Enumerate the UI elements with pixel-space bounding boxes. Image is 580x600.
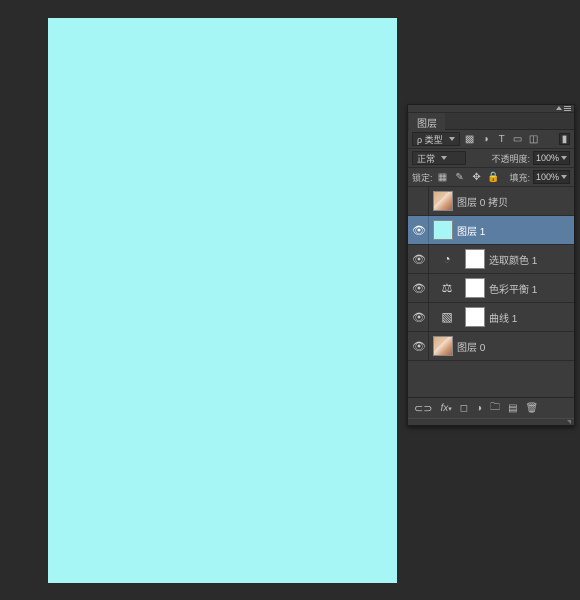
filter-pixel-icon[interactable]: ▩: [463, 132, 477, 146]
layer-row[interactable]: 图层 0 拷贝: [408, 187, 574, 216]
lock-row: 锁定: ▦ ✎ ✥ 🔒 填充: 100%: [408, 168, 574, 187]
layer-name[interactable]: 图层 0 拷贝: [457, 194, 508, 209]
layer-mask-thumbnail[interactable]: [465, 307, 485, 327]
layer-row[interactable]: 👁 ▧ 曲线 1: [408, 303, 574, 332]
opacity-value[interactable]: 100%: [533, 151, 570, 165]
filter-adjust-icon[interactable]: ◑: [479, 132, 493, 146]
filter-icons: ▩ ◑ T ▭ ◫: [463, 132, 541, 146]
opacity-label: 不透明度:: [491, 152, 530, 165]
color-balance-icon[interactable]: ⚖: [437, 278, 457, 298]
panel-menu-icon[interactable]: [564, 106, 571, 111]
layer-list: 图层 0 拷贝 👁 图层 1 👁 ◔ 选取颜色 1 👁 ⚖ 色彩平衡 1: [408, 187, 574, 397]
lock-brush-icon[interactable]: ✎: [453, 170, 467, 184]
new-group-icon[interactable]: 🗀: [490, 400, 500, 417]
selective-color-icon[interactable]: ◔: [437, 249, 457, 269]
filter-switch-icon[interactable]: ▮: [559, 133, 570, 145]
layer-thumbnail[interactable]: [433, 336, 453, 356]
filter-type-icon[interactable]: T: [495, 132, 509, 146]
curves-icon[interactable]: ▧: [437, 307, 457, 327]
blend-row: 正常 不透明度: 100%: [408, 149, 574, 168]
layer-mask-thumbnail[interactable]: [465, 249, 485, 269]
workspace: 图层 ρ 类型 ▩ ◑ T ▭ ◫ ▮ 正常 不透明度: 100% 锁定: ▦: [0, 0, 580, 600]
visibility-toggle[interactable]: [410, 187, 429, 215]
delete-layer-icon[interactable]: 🗑: [526, 403, 539, 414]
layer-row[interactable]: 👁 ⚖ 色彩平衡 1: [408, 274, 574, 303]
panel-resize-handle[interactable]: [408, 418, 574, 425]
tab-layers[interactable]: 图层: [409, 113, 445, 134]
lock-position-icon[interactable]: ✥: [470, 170, 484, 184]
visibility-toggle[interactable]: 👁: [410, 303, 429, 331]
layer-row[interactable]: 👁 图层 1: [408, 216, 574, 245]
blend-mode-dropdown[interactable]: 正常: [412, 151, 466, 165]
lock-all-icon[interactable]: 🔒: [487, 170, 501, 184]
layer-thumbnail[interactable]: [433, 191, 453, 211]
link-layers-icon[interactable]: ⊂⊃: [414, 402, 432, 415]
visibility-toggle[interactable]: 👁: [410, 245, 429, 273]
layer-name[interactable]: 图层 0: [457, 339, 485, 354]
layer-row[interactable]: 👁 ◔ 选取颜色 1: [408, 245, 574, 274]
add-mask-icon[interactable]: ◻: [460, 403, 468, 414]
layers-panel: 图层 ρ 类型 ▩ ◑ T ▭ ◫ ▮ 正常 不透明度: 100% 锁定: ▦: [407, 104, 575, 426]
filter-smart-icon[interactable]: ◫: [527, 132, 541, 146]
layer-name[interactable]: 选取颜色 1: [489, 252, 537, 267]
layer-style-icon[interactable]: fx▾: [440, 403, 451, 414]
layer-thumbnail[interactable]: [433, 220, 453, 240]
collapse-icon[interactable]: [556, 106, 562, 110]
visibility-toggle[interactable]: 👁: [410, 274, 429, 302]
panel-top-bar: [408, 105, 574, 113]
visibility-toggle[interactable]: 👁: [410, 216, 429, 244]
fill-value[interactable]: 100%: [533, 170, 570, 184]
layer-row[interactable]: 👁 图层 0: [408, 332, 574, 361]
layer-mask-thumbnail[interactable]: [465, 278, 485, 298]
layer-name[interactable]: 图层 1: [457, 223, 485, 238]
new-adjustment-icon[interactable]: ◑: [476, 403, 482, 414]
lock-transparent-icon[interactable]: ▦: [436, 170, 450, 184]
filter-kind-dropdown[interactable]: ρ 类型: [412, 132, 460, 146]
fill-label: 填充:: [509, 171, 530, 184]
panel-bottom-bar: ⊂⊃ fx▾ ◻ ◑ 🗀 ▤ 🗑: [408, 397, 574, 418]
panel-tabs: 图层: [408, 113, 574, 130]
lock-label: 锁定:: [412, 171, 433, 184]
new-layer-icon[interactable]: ▤: [508, 403, 517, 414]
layer-name[interactable]: 色彩平衡 1: [489, 281, 537, 296]
layer-filter-row: ρ 类型 ▩ ◑ T ▭ ◫ ▮: [408, 130, 574, 149]
canvas[interactable]: [48, 18, 397, 583]
visibility-toggle[interactable]: 👁: [410, 332, 429, 360]
filter-shape-icon[interactable]: ▭: [511, 132, 525, 146]
layer-name[interactable]: 曲线 1: [489, 310, 517, 325]
